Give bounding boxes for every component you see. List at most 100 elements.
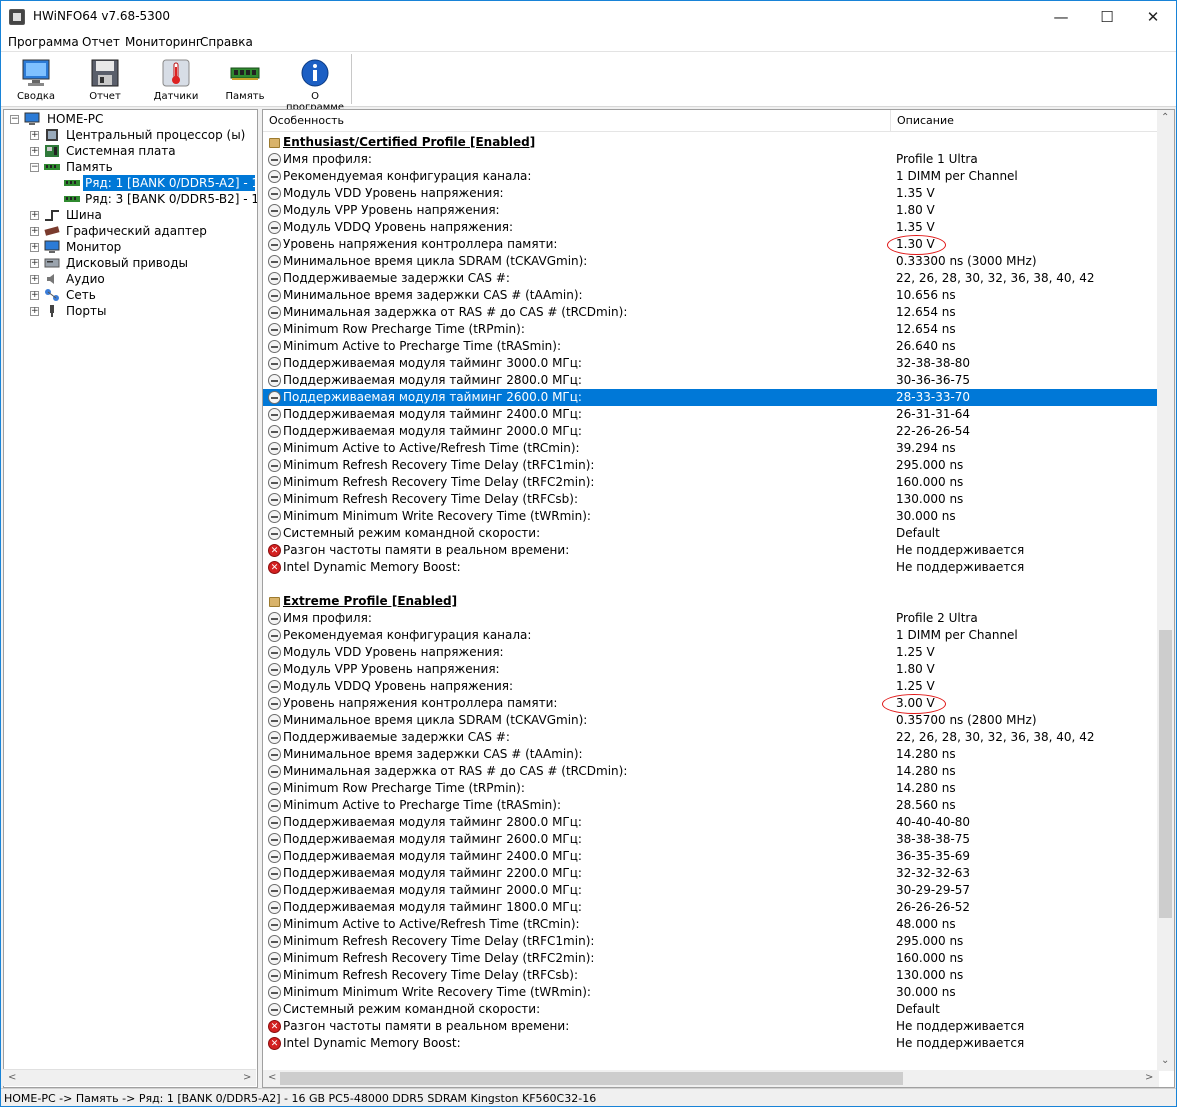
collapse-icon[interactable]: − <box>30 163 39 172</box>
column-description[interactable]: Описание <box>891 110 1159 132</box>
table-row[interactable]: Уровень напряжения контроллера памяти: 3.… <box>263 695 1159 712</box>
table-row[interactable]: Minimum Active to Precharge Time (tRASmi… <box>263 338 1159 355</box>
table-row[interactable]: Minimum Refresh Recovery Time Delay (tRF… <box>263 474 1159 491</box>
table-row[interactable]: Минимальное время цикла SDRAM (tCKAVGmin… <box>263 253 1159 270</box>
table-row[interactable]: Intel Dynamic Memory Boost: Не поддержива… <box>263 1035 1159 1053</box>
report-button[interactable]: Отчет <box>73 56 137 106</box>
table-row[interactable]: Поддерживаемая модуля тайминг 2000.0 МГц… <box>263 882 1159 899</box>
table-row[interactable]: Minimum Refresh Recovery Time Delay (tRF… <box>263 457 1159 474</box>
table-row[interactable]: Имя профиля: Profile 2 Ultra <box>263 610 1159 627</box>
table-row[interactable]: Поддерживаемая модуля тайминг 2000.0 МГц… <box>263 423 1159 440</box>
table-row[interactable]: Minimum Row Precharge Time (tRPmin): 14.2… <box>263 780 1159 797</box>
menu-program[interactable]: Программа <box>8 35 79 49</box>
feature-value: 1.80 V <box>896 203 935 217</box>
vertical-scroll-thumb[interactable] <box>1159 630 1172 918</box>
table-row[interactable]: Поддерживаемая модуля тайминг 2800.0 МГц… <box>263 814 1159 831</box>
table-row[interactable]: Поддерживаемая модуля тайминг 2200.0 МГц… <box>263 865 1159 882</box>
table-row[interactable]: Minimum Active to Active/Refresh Time (t… <box>263 440 1159 457</box>
table-row[interactable]: Минимальная задержка от RAS # до CAS # (… <box>263 304 1159 321</box>
table-row[interactable]: Разгон частоты памяти в реальном времени… <box>263 542 1159 560</box>
about-button[interactable]: О программе <box>283 56 347 113</box>
table-row[interactable]: Поддерживаемые задержки CAS #: 22, 26, 28… <box>263 729 1159 746</box>
monitor-icon <box>21 58 51 88</box>
scroll-down-icon[interactable]: ⌄ <box>1161 1055 1169 1066</box>
table-row[interactable]: Рекомендуемая конфигурация канала: 1 DIMM… <box>263 168 1159 185</box>
table-row[interactable]: Модуль VPP Уровень напряжения: 1.80 V <box>263 202 1159 219</box>
table-row[interactable]: Поддерживаемая модуля тайминг 2600.0 МГц… <box>263 831 1159 848</box>
scroll-left-icon[interactable]: < <box>268 1072 276 1083</box>
menu-help[interactable]: Справка <box>200 35 253 49</box>
table-row[interactable]: Системный режим командной скорости: Defau… <box>263 1001 1159 1018</box>
expand-icon[interactable]: + <box>30 307 39 316</box>
table-row[interactable]: Модуль VDDQ Уровень напряжения: 1.25 V <box>263 678 1159 695</box>
horizontal-scroll-thumb[interactable] <box>280 1072 903 1085</box>
expand-icon[interactable]: + <box>30 227 39 236</box>
table-row[interactable]: Minimum Minimum Write Recovery Time (tWR… <box>263 984 1159 1001</box>
table-row[interactable]: Уровень напряжения контроллера памяти: 1.… <box>263 236 1159 253</box>
scroll-right-icon[interactable]: > <box>1145 1072 1153 1083</box>
table-row[interactable]: Модуль VDD Уровень напряжения: 1.35 V <box>263 185 1159 202</box>
expand-icon[interactable]: + <box>30 147 39 156</box>
table-row[interactable]: Разгон частоты памяти в реальном времени… <box>263 1018 1159 1036</box>
maximize-button[interactable]: ☐ <box>1084 1 1130 32</box>
tree-horizontal-scrollbar[interactable]: < > <box>3 1069 256 1086</box>
table-row[interactable]: Поддерживаемая модуля тайминг 1800.0 МГц… <box>263 899 1159 916</box>
menu-monitoring[interactable]: Мониторинг <box>125 35 202 49</box>
horizontal-scrollbar[interactable]: < > <box>263 1070 1159 1087</box>
table-row[interactable]: Minimum Refresh Recovery Time Delay (tRF… <box>263 491 1159 508</box>
expand-icon[interactable]: + <box>30 291 39 300</box>
table-row[interactable]: Minimum Refresh Recovery Time Delay (tRF… <box>263 967 1159 984</box>
vertical-scrollbar[interactable]: ⌃ ⌄ <box>1157 110 1174 1071</box>
table-row[interactable]: Minimum Refresh Recovery Time Delay (tRF… <box>263 950 1159 967</box>
table-row[interactable]: Поддерживаемая модуля тайминг 2800.0 МГц… <box>263 372 1159 389</box>
close-button[interactable]: ✕ <box>1130 1 1176 32</box>
table-row[interactable]: Минимальное время цикла SDRAM (tCKAVGmin… <box>263 712 1159 729</box>
scroll-left-icon[interactable]: < <box>8 1072 16 1083</box>
toolbar-separator <box>351 54 352 104</box>
table-row[interactable]: Intel Dynamic Memory Boost: Не поддержива… <box>263 559 1159 577</box>
section-header-row[interactable]: Extreme Profile [Enabled] <box>263 593 1159 610</box>
table-row[interactable]: Minimum Active to Active/Refresh Time (t… <box>263 916 1159 933</box>
minimize-button[interactable]: — <box>1038 1 1084 32</box>
scroll-up-icon[interactable]: ⌃ <box>1161 112 1169 123</box>
table-row[interactable]: Модуль VPP Уровень напряжения: 1.80 V <box>263 661 1159 678</box>
table-row[interactable]: Рекомендуемая конфигурация канала: 1 DIMM… <box>263 627 1159 644</box>
collapse-icon[interactable]: − <box>10 115 19 124</box>
table-row[interactable]: Minimum Row Precharge Time (tRPmin): 12.6… <box>263 321 1159 338</box>
section-header-row[interactable]: Enthusiast/Certified Profile [Enabled] <box>263 134 1159 151</box>
info-icon <box>268 765 281 778</box>
table-row[interactable]: Минимальная задержка от RAS # до CAS # (… <box>263 763 1159 780</box>
table-row[interactable]: Поддерживаемая модуля тайминг 2600.0 МГц… <box>263 389 1159 406</box>
column-feature[interactable]: Особенность <box>263 110 891 132</box>
scroll-right-icon[interactable]: > <box>243 1072 251 1083</box>
expand-icon[interactable]: + <box>30 275 39 284</box>
table-row[interactable]: Модуль VDD Уровень напряжения: 1.25 V <box>263 644 1159 661</box>
feature-label: Уровень напряжения контроллера памяти: <box>283 696 558 710</box>
expand-icon[interactable]: + <box>30 243 39 252</box>
table-row[interactable]: Поддерживаемая модуля тайминг 2400.0 МГц… <box>263 848 1159 865</box>
hwinfo-window: HWiNFO64 v7.68-5300 — ☐ ✕ Программа Отче… <box>0 0 1177 1107</box>
table-row[interactable]: Модуль VDDQ Уровень напряжения: 1.35 V <box>263 219 1159 236</box>
feature-value: 12.654 ns <box>896 305 956 319</box>
table-row[interactable]: Minimum Minimum Write Recovery Time (tWR… <box>263 508 1159 525</box>
expand-icon[interactable]: + <box>30 211 39 220</box>
table-row[interactable]: Minimum Refresh Recovery Time Delay (tRF… <box>263 933 1159 950</box>
expand-icon[interactable]: + <box>30 131 39 140</box>
table-row[interactable]: Поддерживаемая модуля тайминг 2400.0 МГц… <box>263 406 1159 423</box>
feature-label: Поддерживаемая модуля тайминг 2800.0 МГц… <box>283 373 582 387</box>
feature-value: 30.000 ns <box>896 509 956 523</box>
summary-button[interactable]: Сводка <box>4 56 68 106</box>
table-row[interactable]: Имя профиля: Profile 1 Ultra <box>263 151 1159 168</box>
memory-button[interactable]: Память <box>213 56 277 106</box>
table-row[interactable]: Minimum Active to Precharge Time (tRASmi… <box>263 797 1159 814</box>
info-icon <box>268 663 281 676</box>
table-row[interactable]: Минимальное время задержки CAS # (tAAmin… <box>263 746 1159 763</box>
table-row[interactable]: Системный режим командной скорости: Defau… <box>263 525 1159 542</box>
menu-report[interactable]: Отчет <box>82 35 120 49</box>
table-row[interactable]: Минимальное время задержки CAS # (tAAmin… <box>263 287 1159 304</box>
table-row[interactable]: Поддерживаемая модуля тайминг 3000.0 МГц… <box>263 355 1159 372</box>
table-row[interactable]: Поддерживаемые задержки CAS #: 22, 26, 28… <box>263 270 1159 287</box>
info-icon <box>268 867 281 880</box>
expand-icon[interactable]: + <box>30 259 39 268</box>
sensors-button[interactable]: Датчики <box>144 56 208 106</box>
